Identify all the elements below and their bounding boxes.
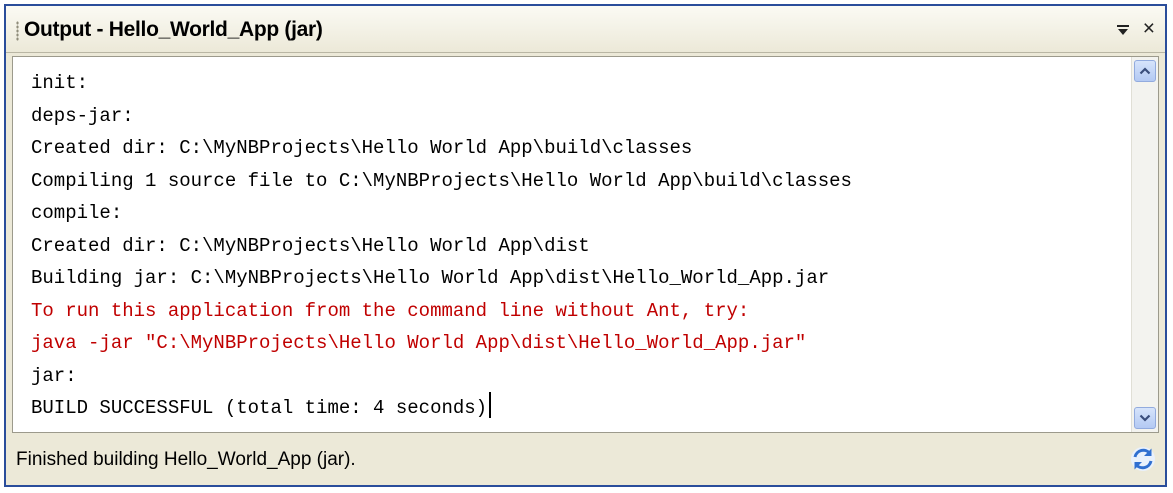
output-line: Compiling 1 source file to C:\MyNBProjec… — [31, 165, 1128, 198]
drag-grip-icon[interactable] — [16, 21, 19, 41]
output-text-area[interactable]: init: deps-jar: Created dir: C:\MyNBProjec… — [13, 57, 1128, 432]
close-icon[interactable]: × — [1143, 18, 1155, 39]
scroll-down-arrow-icon — [1139, 414, 1151, 422]
dropdown-menu-icon[interactable] — [1115, 22, 1131, 38]
status-message: Finished building Hello_World_App (jar). — [16, 449, 356, 470]
output-line: init: — [31, 67, 1128, 100]
scroll-up-arrow-icon — [1139, 67, 1151, 75]
output-line-error: java -jar "C:\MyNBProjects\Hello World A… — [31, 327, 1128, 360]
status-bar: Finished building Hello_World_App (jar). — [6, 435, 1165, 485]
scroll-up-button[interactable] — [1134, 60, 1156, 82]
output-line: Building jar: C:\MyNBProjects\Hello Worl… — [31, 262, 1128, 295]
output-pane[interactable]: init: deps-jar: Created dir: C:\MyNBProjec… — [12, 56, 1159, 433]
window-title: Output - Hello_World_App (jar) — [24, 18, 323, 41]
output-line: BUILD SUCCESSFUL (total time: 4 seconds) — [31, 392, 1128, 425]
output-line: jar: — [31, 360, 1128, 393]
vertical-scrollbar[interactable] — [1131, 57, 1158, 432]
title-bar: Output - Hello_World_App (jar) × — [6, 6, 1165, 53]
output-line-text: Compiling 1 source file to C:\MyNBProjec… — [31, 169, 852, 192]
output-line-text: compile: — [31, 202, 123, 224]
text-caret — [489, 392, 491, 418]
output-line-text: Building jar: C:\MyNBProjects\Hello Worl… — [31, 267, 830, 289]
output-line-text: jar: — [31, 364, 77, 387]
scroll-down-button[interactable] — [1134, 407, 1156, 429]
output-line-text: init: — [31, 72, 89, 94]
output-line: Created dir: C:\MyNBProjects\Hello World… — [31, 132, 1128, 165]
output-line-text: deps-jar: — [31, 104, 134, 127]
output-line: deps-jar: — [31, 100, 1128, 133]
output-window: Output - Hello_World_App (jar) × init: de… — [4, 4, 1167, 487]
output-line: Created dir: C:\MyNBProjects\Hello World… — [31, 230, 1128, 263]
output-line-text: To run this application from the command… — [31, 299, 750, 322]
output-line: compile: — [31, 197, 1128, 230]
output-line-text: BUILD SUCCESSFUL (total time: 4 seconds) — [31, 397, 488, 419]
output-line-text: Created dir: C:\MyNBProjects\Hello World… — [31, 234, 590, 257]
output-line-text: Created dir: C:\MyNBProjects\Hello World… — [31, 137, 693, 159]
output-line-text: java -jar "C:\MyNBProjects\Hello World A… — [31, 332, 807, 354]
output-line-error: To run this application from the command… — [31, 295, 1128, 328]
refresh-icon[interactable] — [1129, 445, 1157, 473]
